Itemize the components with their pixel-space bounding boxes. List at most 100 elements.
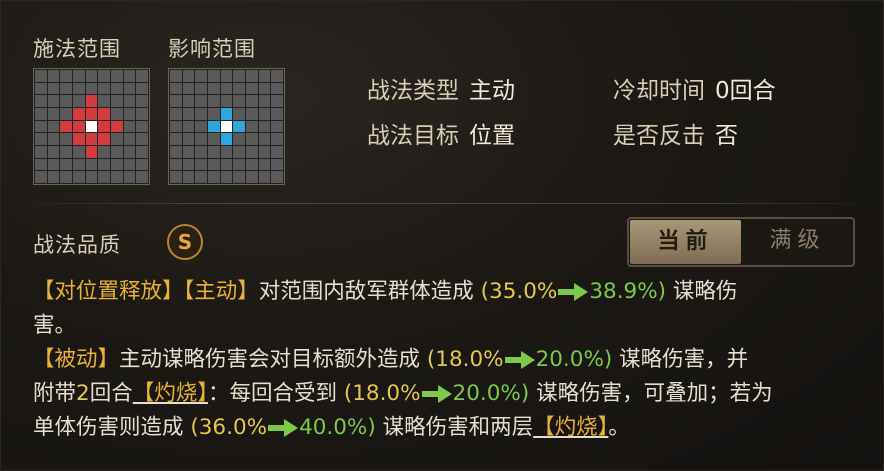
grid-cell	[195, 95, 207, 107]
level-toggle[interactable]: 当前 满级	[627, 217, 855, 267]
grid-cell	[170, 108, 182, 120]
grid-cell	[98, 82, 110, 95]
active-tag: 【主动】	[183, 279, 259, 304]
grid-cell	[182, 120, 195, 133]
max-level-tab[interactable]: 满级	[742, 219, 853, 265]
grid-cell	[258, 95, 271, 107]
grid-cell	[60, 70, 72, 82]
grid-cell	[246, 133, 258, 145]
grid-cell	[170, 95, 182, 107]
skill-target-value: 位置	[469, 123, 515, 149]
grid-cell-active	[85, 146, 98, 158]
desc-text: 谋略伤害，并	[619, 347, 749, 372]
grid-cell	[271, 171, 283, 183]
grid-cell	[73, 158, 85, 171]
grid-cell	[123, 82, 136, 95]
grid-cell	[271, 133, 283, 145]
grid-cell	[47, 133, 60, 145]
grid-cell	[220, 82, 233, 95]
grid-cell	[73, 95, 85, 107]
value-max: 20.0%)	[535, 347, 613, 372]
grid-cell	[60, 82, 72, 95]
grid-cell	[136, 158, 148, 171]
grid-cell	[220, 171, 233, 183]
grid-cell	[246, 120, 258, 133]
grid-cell	[233, 108, 245, 120]
grid-cell	[60, 146, 72, 158]
grid-cell	[195, 171, 207, 183]
grid-cell	[233, 95, 245, 107]
desc-text: 。	[608, 415, 630, 440]
grid-cell	[47, 158, 60, 171]
grid-cell	[85, 70, 98, 82]
grid-cell	[170, 158, 182, 171]
grid-cell	[208, 158, 220, 171]
grid-cell	[271, 95, 283, 107]
grid-cell	[35, 146, 47, 158]
grid-cell	[195, 133, 207, 145]
grid-cell	[170, 133, 182, 145]
grid-cell	[47, 120, 60, 133]
grid-cell	[47, 108, 60, 120]
grid-cell	[123, 158, 136, 171]
grid-cell	[208, 95, 220, 107]
grid-cell	[136, 70, 148, 82]
grid-cell	[136, 108, 148, 120]
value-current: (36.0%	[190, 415, 268, 440]
grid-cell	[271, 82, 283, 95]
grid-cell	[123, 108, 136, 120]
cooldown-row: 冷却时间 0回合	[613, 71, 776, 105]
grid-cell	[98, 95, 110, 107]
grid-cell	[47, 70, 60, 82]
grid-cell	[123, 95, 136, 107]
grid-cell-active	[73, 120, 85, 133]
grid-cell	[98, 70, 110, 82]
grid-cell	[85, 82, 98, 95]
burn-status-link[interactable]: 【灼烧】	[533, 415, 608, 440]
value-max: 40.0%)	[299, 415, 376, 440]
grid-cell	[246, 95, 258, 107]
grid-cell-active	[98, 133, 110, 145]
grid-cell	[35, 171, 47, 183]
value-max: 38.9%)	[589, 279, 667, 304]
counterattack-value: 否	[715, 123, 738, 149]
grid-cell	[220, 146, 233, 158]
desc-line: 附带2回合【灼烧】：每回合受到 (18.0% 20.0%) 谋略伤害，可叠加；若为	[33, 377, 859, 411]
grid-cell	[136, 171, 148, 183]
grid-cell-active	[208, 120, 220, 133]
grid-cell	[195, 158, 207, 171]
grid-cell	[47, 146, 60, 158]
grid-cell	[233, 171, 245, 183]
grid-cell	[111, 108, 123, 120]
cast-range-label: 施法范围	[33, 37, 121, 61]
current-level-tab[interactable]: 当前	[630, 220, 741, 264]
grid-cell	[246, 146, 258, 158]
grid-cell	[47, 95, 60, 107]
grid-cell	[111, 133, 123, 145]
grid-cell	[233, 158, 245, 171]
cooldown-value: 0回合	[715, 78, 776, 104]
burn-status-link[interactable]: 【灼烧】	[133, 381, 208, 406]
grid-cell	[111, 146, 123, 158]
grid-cell	[182, 95, 195, 107]
desc-line: 【被动】主动谋略伤害会对目标额外造成 (18.0% 20.0%) 谋略伤害，并	[33, 343, 859, 377]
skill-type-label: 战法类型	[367, 78, 459, 104]
grid-cell	[246, 171, 258, 183]
grid-cell	[258, 108, 271, 120]
grid-cell	[73, 171, 85, 183]
grid-cell	[73, 146, 85, 158]
grid-cell	[258, 146, 271, 158]
grid-cell-active	[85, 133, 98, 145]
grid-cell	[123, 120, 136, 133]
arrow-right-icon	[421, 385, 452, 403]
grid-cell	[123, 146, 136, 158]
grid-cell	[35, 95, 47, 107]
grid-cell	[233, 146, 245, 158]
desc-text: 害。	[33, 313, 77, 338]
grid-cell	[60, 95, 72, 107]
desc-line: 【对位置释放】【主动】对范围内敌军群体造成 (35.0% 38.9%) 谋略伤	[33, 275, 859, 309]
grid-cell	[182, 82, 195, 95]
grid-cell	[271, 146, 283, 158]
grid-cell	[246, 108, 258, 120]
grid-cell	[98, 146, 110, 158]
